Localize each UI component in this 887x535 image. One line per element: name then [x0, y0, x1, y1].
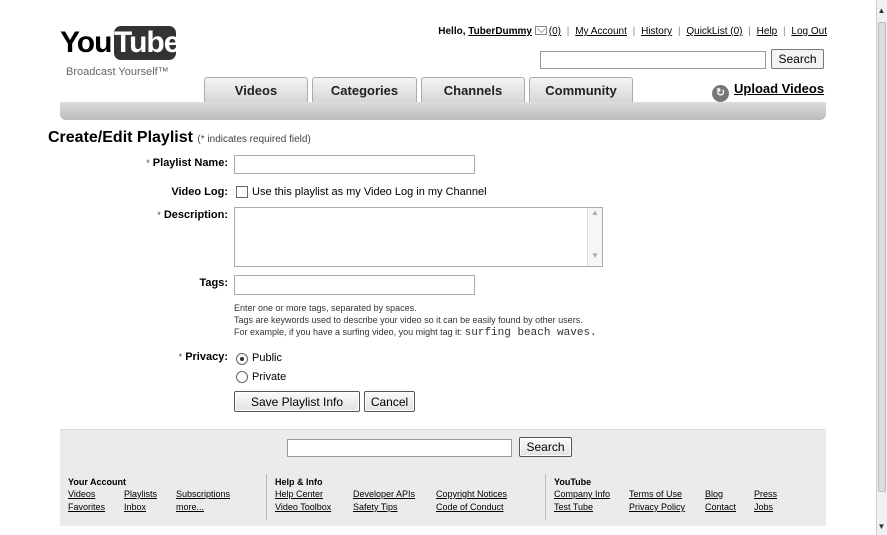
privacy-label: * Privacy:: [179, 351, 228, 363]
footer-link-videos[interactable]: Videos: [68, 489, 95, 499]
description-label: * Description:: [157, 209, 228, 221]
tab-videos[interactable]: Videos: [204, 77, 308, 102]
top-nav: Hello, TuberDummy (0) | My Account | His…: [438, 26, 827, 37]
username-link[interactable]: TuberDummy: [468, 26, 532, 37]
tab-channels[interactable]: Channels: [421, 77, 525, 102]
footer-link-test-tube[interactable]: Test Tube: [554, 502, 593, 512]
scroll-track: [588, 217, 602, 251]
footer-link-favorites[interactable]: Favorites: [68, 502, 105, 512]
video-log-checkbox-text: Use this playlist as my Video Log in my …: [252, 186, 487, 198]
footer-heading-your-account: Your Account: [68, 477, 126, 487]
required-mark: *: [178, 352, 183, 362]
tags-help-text: Enter one or more tags, separated by spa…: [234, 302, 597, 339]
chevron-down-icon[interactable]: ▼: [876, 522, 887, 534]
privacy-label-text: Privacy:: [185, 351, 228, 363]
divider: |: [748, 26, 751, 37]
footer-link-privacy-policy[interactable]: Privacy Policy: [629, 502, 685, 512]
chevron-up-icon[interactable]: ▲: [876, 6, 887, 18]
scrollbar-thumb[interactable]: [878, 22, 886, 492]
description-scrollbar[interactable]: ▲ ▼: [587, 208, 602, 266]
upload-videos[interactable]: ↻ Upload Videos: [712, 81, 824, 102]
nav-bar: [60, 102, 826, 120]
playlist-name-label-text: Playlist Name:: [152, 157, 228, 169]
playlist-name-input[interactable]: [234, 155, 475, 174]
inbox-count-link[interactable]: (0): [549, 26, 561, 37]
privacy-public-radio[interactable]: [236, 353, 248, 365]
search-button[interactable]: Search: [771, 49, 824, 69]
history-link[interactable]: History: [641, 26, 672, 37]
required-note: (* indicates required field): [197, 134, 311, 145]
quicklist-link[interactable]: QuickList (0): [686, 26, 742, 37]
search-input[interactable]: [540, 51, 766, 69]
tags-example: surfing beach waves.: [464, 327, 597, 339]
footer-link-developer-apis[interactable]: Developer APIs: [353, 489, 415, 499]
footer-link-safety-tips[interactable]: Safety Tips: [353, 502, 398, 512]
footer-link-video-toolbox[interactable]: Video Toolbox: [275, 502, 331, 512]
divider: |: [632, 26, 636, 37]
chevron-up-icon[interactable]: ▲: [588, 208, 602, 217]
privacy-public-label: Public: [252, 352, 282, 364]
save-playlist-button[interactable]: Save Playlist Info: [234, 391, 360, 412]
footer-link-contact[interactable]: Contact: [705, 502, 736, 512]
tags-label: Tags:: [199, 277, 228, 289]
footer-link-press[interactable]: Press: [754, 489, 777, 499]
tags-help-line: Enter one or more tags, separated by spa…: [234, 303, 417, 313]
video-log-checkbox[interactable]: [236, 186, 248, 198]
greeting: Hello,: [438, 26, 466, 37]
footer-search-input[interactable]: [287, 439, 512, 457]
footer-link-company-info[interactable]: Company Info: [554, 489, 610, 499]
upload-arrow-icon: ↻: [712, 85, 729, 102]
footer-search-button[interactable]: Search: [519, 437, 572, 457]
mail-icon[interactable]: [534, 26, 547, 35]
logo-tube-text: Tube: [114, 26, 180, 60]
my-account-link[interactable]: My Account: [575, 26, 627, 37]
footer-heading-help-info: Help & Info: [275, 477, 323, 487]
logo-you-text: You: [60, 26, 112, 59]
cancel-button[interactable]: Cancel: [364, 391, 415, 412]
divider: |: [677, 26, 681, 37]
footer-link-code-of-conduct[interactable]: Code of Conduct: [436, 502, 504, 512]
footer-link-copyright-notices[interactable]: Copyright Notices: [436, 489, 507, 499]
tab-community[interactable]: Community: [529, 77, 633, 102]
footer-link-playlists[interactable]: Playlists: [124, 489, 157, 499]
divider: |: [566, 26, 570, 37]
description-label-text: Description:: [163, 209, 228, 221]
divider: |: [783, 26, 786, 37]
footer-heading-youtube: YouTube: [554, 477, 592, 487]
privacy-private-radio[interactable]: [236, 371, 248, 383]
tags-input[interactable]: [234, 275, 475, 295]
tab-categories[interactable]: Categories: [312, 77, 417, 102]
privacy-private-label: Private: [252, 371, 287, 383]
video-log-label: Video Log:: [171, 186, 228, 198]
footer-divider: [545, 474, 546, 520]
footer-link-blog[interactable]: Blog: [705, 489, 723, 499]
required-mark: *: [157, 210, 161, 220]
youtube-logo[interactable]: You Tube Broadcast Yourself™: [60, 26, 200, 78]
footer-link-subscriptions[interactable]: Subscriptions: [176, 489, 230, 499]
tags-help-line: Tags are keywords used to describe your …: [234, 315, 583, 325]
footer-divider: [266, 474, 267, 520]
footer-link-terms-of-use[interactable]: Terms of Use: [629, 489, 682, 499]
playlist-name-label: * Playlist Name:: [146, 157, 228, 169]
footer-link-jobs[interactable]: Jobs: [754, 502, 773, 512]
chevron-down-icon[interactable]: ▼: [588, 251, 602, 260]
footer-link-more[interactable]: more...: [176, 502, 204, 512]
footer-link-inbox[interactable]: Inbox: [124, 502, 146, 512]
logout-link[interactable]: Log Out: [791, 26, 827, 37]
footer-link-help-center[interactable]: Help Center: [275, 489, 323, 499]
required-mark: *: [146, 158, 150, 168]
tags-help-line: For example, if you have a surfing video…: [234, 326, 597, 339]
page-title-text: Create/Edit Playlist: [48, 129, 193, 146]
description-textarea[interactable]: [234, 207, 603, 267]
upload-videos-link[interactable]: Upload Videos: [734, 81, 824, 96]
page-title: Create/Edit Playlist (* indicates requir…: [48, 129, 311, 147]
logo-slogan: Broadcast Yourself™: [66, 66, 169, 78]
help-link[interactable]: Help: [757, 26, 778, 37]
tags-help-line-text: For example, if you have a surfing video…: [234, 327, 463, 337]
